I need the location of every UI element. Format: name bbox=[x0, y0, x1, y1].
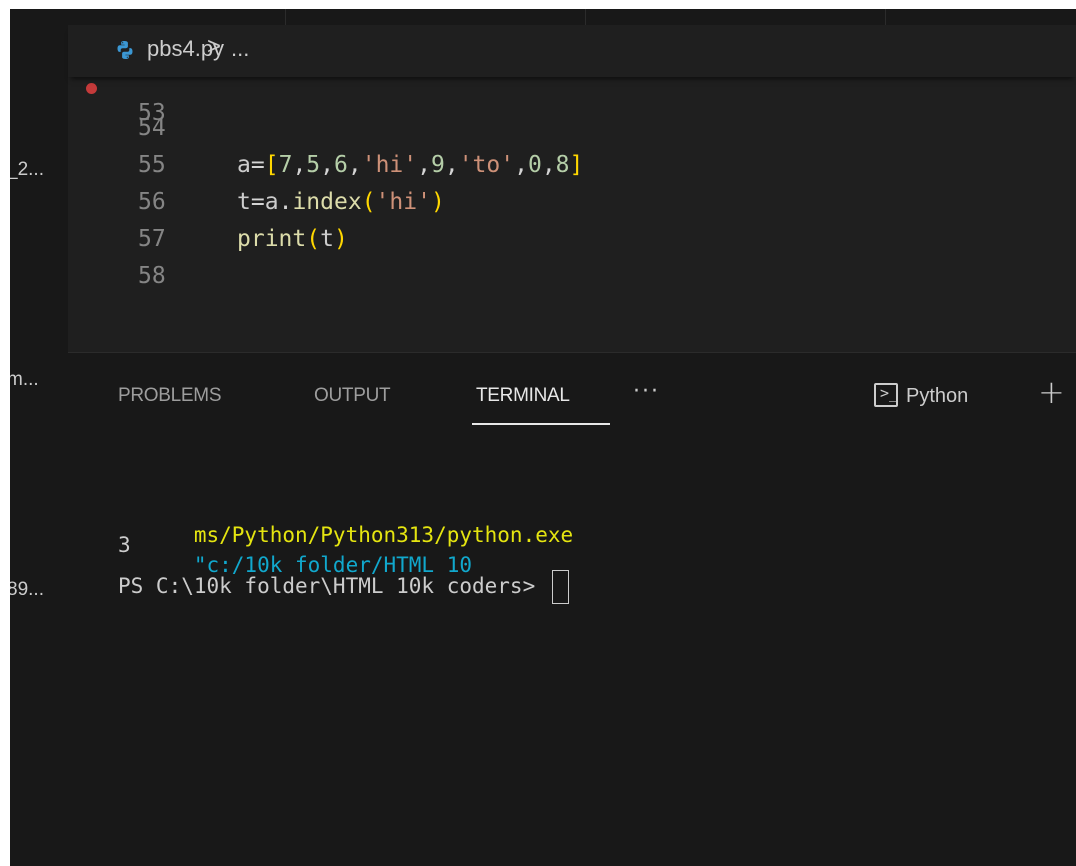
command-path: ms/Python/Python313/python.exe bbox=[193, 523, 574, 547]
code-token: ) bbox=[333, 226, 348, 252]
code-token: a bbox=[264, 189, 279, 215]
chevron-right-icon: > bbox=[207, 33, 222, 60]
add-terminal-icon[interactable]: + bbox=[1038, 373, 1065, 411]
explorer-sidebar: _2... m... 89... bbox=[10, 9, 68, 866]
editor-tab[interactable] bbox=[586, 9, 886, 25]
code-token: a bbox=[237, 152, 251, 178]
code-token: 6 bbox=[334, 152, 348, 178]
sidebar-fragment[interactable]: m... bbox=[10, 369, 39, 391]
code-line: 53 bbox=[68, 77, 1076, 126]
editor-tab[interactable] bbox=[68, 9, 286, 25]
code-token: ] bbox=[569, 152, 584, 178]
code-token: ( bbox=[306, 226, 321, 252]
code-text: t=a.index('hi') bbox=[237, 184, 445, 220]
code-token: . bbox=[278, 189, 293, 215]
terminal-cursor bbox=[551, 570, 569, 604]
code-token: 7 bbox=[278, 152, 293, 178]
code-token: 8 bbox=[555, 152, 570, 178]
editor-tab[interactable] bbox=[286, 9, 586, 25]
code-editor[interactable]: 53 54 55 a=[7,5,6,'hi',9,'to',0,8] 56 t=a.in… bbox=[68, 77, 1076, 352]
more-tabs-icon[interactable]: ··· bbox=[633, 379, 660, 404]
code-token: t bbox=[320, 226, 334, 252]
code-token: 0 bbox=[527, 152, 542, 178]
code-token: print bbox=[237, 226, 307, 252]
line-number: 54 bbox=[138, 115, 166, 141]
code-text: print(t) bbox=[237, 221, 348, 257]
code-token: 5 bbox=[306, 152, 321, 178]
line-number: 55 bbox=[138, 152, 166, 178]
code-token: , bbox=[541, 152, 556, 178]
code-token: 'to' bbox=[458, 152, 515, 178]
code-token: , bbox=[320, 152, 335, 178]
terminal-output: 3 bbox=[118, 533, 131, 557]
code-token: ) bbox=[430, 189, 445, 215]
bottom-panel: PROBLEMS OUTPUT TERMINAL ··· >_ Python +… bbox=[68, 352, 1076, 866]
code-token: = bbox=[250, 189, 265, 215]
code-token: 'hi' bbox=[375, 189, 431, 215]
vscode-window: _2... m... 89... pbs4.py > ... 53 54 55 a=… bbox=[10, 9, 1076, 866]
code-token: , bbox=[347, 152, 362, 178]
terminal-icon[interactable]: >_ bbox=[874, 383, 898, 407]
line-number: 56 bbox=[138, 189, 166, 215]
code-token: index bbox=[292, 189, 362, 215]
code-token: = bbox=[250, 152, 265, 178]
code-token: 9 bbox=[430, 152, 445, 178]
code-line: 57 print(t) bbox=[68, 221, 1076, 257]
code-text: a=[7,5,6,'hi',9,'to',0,8] bbox=[237, 147, 583, 183]
code-token: , bbox=[444, 152, 459, 178]
editor-tab-bar bbox=[68, 9, 1076, 25]
breadcrumb-symbols[interactable]: ... bbox=[231, 36, 249, 62]
terminal-prompt[interactable]: PS C:\10k folder\HTML 10k coders> bbox=[118, 570, 569, 604]
code-token: [ bbox=[264, 152, 279, 178]
code-line: 58 bbox=[68, 258, 1076, 294]
tab-problems[interactable]: PROBLEMS bbox=[118, 385, 221, 407]
code-token: 'hi' bbox=[361, 152, 418, 178]
code-token: t bbox=[237, 189, 251, 215]
code-line: 55 a=[7,5,6,'hi',9,'to',0,8] bbox=[68, 147, 1076, 183]
code-token: , bbox=[514, 152, 528, 178]
code-line: 56 t=a.index('hi') bbox=[68, 184, 1076, 220]
line-number: 58 bbox=[138, 263, 166, 289]
breadcrumb: pbs4.py > ... bbox=[68, 25, 1076, 77]
code-line: 54 bbox=[68, 110, 1076, 146]
tab-terminal[interactable]: TERMINAL bbox=[476, 385, 570, 407]
active-tab-indicator bbox=[472, 423, 610, 425]
tab-output[interactable]: OUTPUT bbox=[314, 385, 391, 407]
sidebar-fragment[interactable]: 89... bbox=[10, 579, 44, 601]
code-token: , bbox=[292, 152, 307, 178]
prompt-text: PS C:\10k folder\HTML 10k coders> bbox=[118, 574, 548, 598]
code-token: , bbox=[417, 152, 431, 178]
python-file-icon bbox=[117, 41, 133, 59]
sidebar-fragment[interactable]: _2... bbox=[10, 159, 44, 181]
line-number: 57 bbox=[138, 226, 166, 252]
terminal-profile-label[interactable]: Python bbox=[906, 385, 968, 408]
code-token: ( bbox=[361, 189, 376, 215]
